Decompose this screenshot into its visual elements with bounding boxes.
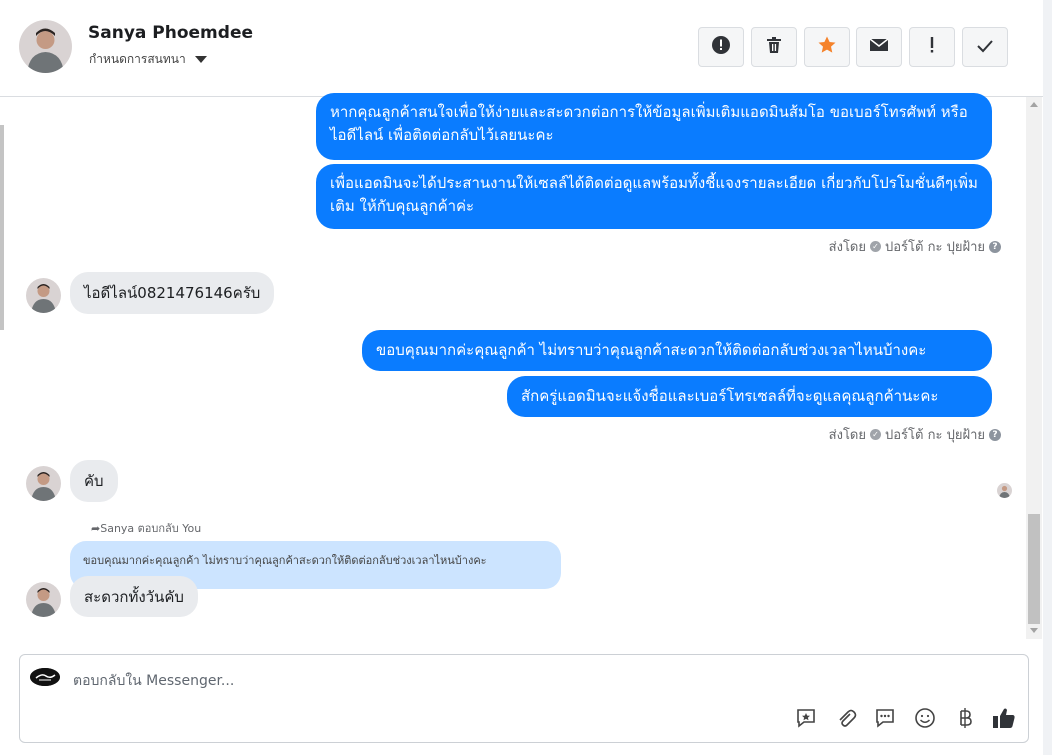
thumbs-up-icon[interactable]: [991, 705, 1017, 731]
assign-label: กำหนดการสนทนา: [89, 52, 186, 66]
conversation-header: Sanya Phoemdee กำหนดการสนทนา: [0, 0, 1043, 97]
reply-header: ➦Sanya ตอบกลับ You: [91, 519, 201, 537]
outgoing-message[interactable]: ขอบคุณมากค่ะคุณลูกค้า ไม่ทราบว่าคุณลูกค้…: [362, 330, 992, 371]
question-icon[interactable]: ?: [989, 240, 1001, 253]
sender-name[interactable]: ปอร์โต้ กะ ปุยฝ้าย: [885, 236, 985, 257]
attachment-icon[interactable]: [833, 705, 859, 731]
baht-icon[interactable]: [952, 705, 978, 731]
message-input[interactable]: ตอบกลับใน Messenger...: [73, 670, 234, 692]
caret-down-icon: [194, 56, 207, 63]
sent-by-label: ส่งโดย: [828, 428, 866, 443]
mark-spam-button[interactable]: [698, 27, 744, 67]
follow-up-button[interactable]: [909, 27, 955, 67]
star-icon: [817, 35, 837, 59]
outgoing-message[interactable]: สักครู่แอดมินจะแจ้งชื่อและเบอร์โทรเซลล์ท…: [507, 376, 992, 417]
check-icon: ✓: [870, 241, 881, 252]
sent-by-label: ส่งโดย: [828, 240, 866, 255]
message-text: หากคุณลูกค้าสนใจเพื่อให้ง่ายและสะดวกต่อก…: [330, 103, 968, 144]
message-text: คับ: [84, 472, 104, 490]
reply-composer[interactable]: ตอบกลับใน Messenger...: [19, 654, 1029, 743]
sent-by-info: ส่งโดย ✓ ปอร์โต้ กะ ปุยฝ้าย ?: [829, 424, 1001, 445]
checkmark-icon: [976, 38, 994, 57]
message-text: ไอดีไลน์0821476146ครับ: [84, 284, 261, 302]
exclamation-icon: [928, 36, 936, 58]
star-button[interactable]: [804, 27, 850, 67]
incoming-message[interactable]: ไอดีไลน์0821476146ครับ: [70, 272, 275, 314]
incoming-message[interactable]: สะดวกทั้งวันคับ: [70, 576, 198, 617]
avatar[interactable]: [19, 20, 72, 73]
message-text: เพื่อแอดมินจะได้ประสานงานให้เซลล์ได้ติดต…: [330, 174, 978, 215]
delete-button[interactable]: [751, 27, 797, 67]
alert-circle-icon: [711, 35, 731, 59]
chat-bubble-icon[interactable]: [872, 705, 898, 731]
envelope-icon: [869, 37, 889, 57]
message-text: สะดวกทั้งวันคับ: [84, 588, 184, 606]
trash-icon: [765, 36, 783, 58]
mark-done-button[interactable]: [962, 27, 1008, 67]
message-text: ขอบคุณมากค่ะคุณลูกค้า ไม่ทราบว่าคุณลูกค้…: [376, 341, 927, 359]
quoted-text: ขอบคุณมากค่ะคุณลูกค้า ไม่ทราบว่าคุณลูกค้…: [83, 554, 487, 567]
sent-by-info: ส่งโดย ✓ ปอร์โต้ กะ ปุยฝ้าย ?: [829, 236, 1001, 257]
scrollbar-thumb[interactable]: [1028, 514, 1040, 624]
left-panel-edge: [0, 125, 4, 330]
incoming-message[interactable]: คับ: [70, 460, 118, 502]
message-text: สักครู่แอดมินจะแจ้งชื่อและเบอร์โทรเซลล์ท…: [521, 387, 939, 405]
seen-avatar: [997, 483, 1012, 498]
reply-header-text: Sanya ตอบกลับ You: [100, 522, 202, 535]
emoji-icon[interactable]: [912, 705, 938, 731]
mark-unread-button[interactable]: [856, 27, 902, 67]
avatar[interactable]: [26, 466, 61, 501]
sender-name[interactable]: ปอร์โต้ กะ ปุยฝ้าย: [885, 424, 985, 445]
saved-reply-icon[interactable]: [793, 705, 819, 731]
contact-name[interactable]: Sanya Phoemdee: [88, 23, 253, 43]
scroll-up-arrow-icon[interactable]: [1030, 102, 1038, 107]
scroll-down-arrow-icon[interactable]: [1030, 628, 1038, 633]
avatar[interactable]: [26, 278, 61, 313]
outgoing-message[interactable]: เพื่อแอดมินจะได้ประสานงานให้เซลล์ได้ติดต…: [316, 164, 992, 229]
check-icon: ✓: [870, 429, 881, 440]
window-edge: [1043, 0, 1052, 755]
outgoing-message[interactable]: หากคุณลูกค้าสนใจเพื่อให้ง่ายและสะดวกต่อก…: [316, 93, 992, 160]
assign-conversation-dropdown[interactable]: กำหนดการสนทนา: [89, 50, 207, 69]
reply-arrow-icon: ➦: [91, 522, 101, 535]
question-icon[interactable]: ?: [989, 428, 1001, 441]
avatar[interactable]: [26, 582, 61, 617]
page-logo-icon: [30, 668, 60, 686]
